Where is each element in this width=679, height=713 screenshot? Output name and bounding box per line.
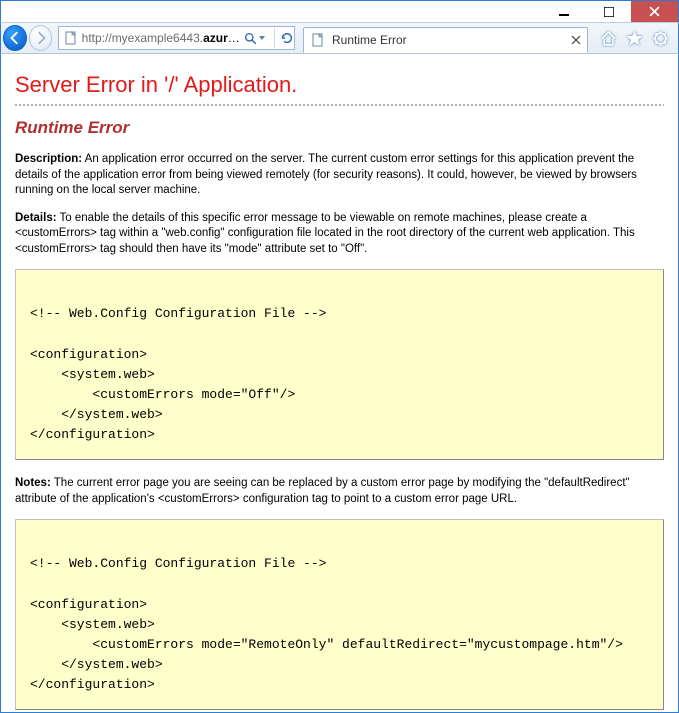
- code-sample-2: <!-- Web.Config Configuration File --> <…: [15, 519, 664, 710]
- page-icon: [310, 32, 326, 48]
- tab-close-icon[interactable]: [569, 33, 583, 47]
- forward-button[interactable]: [29, 25, 53, 51]
- window-close-button[interactable]: [631, 1, 678, 22]
- browser-toolbar: http://myexample6443.azurewe… Runtime Er…: [0, 22, 679, 54]
- address-bar[interactable]: http://myexample6443.azurewe…: [58, 26, 295, 50]
- description-text: An application error occurred on the ser…: [15, 153, 637, 196]
- window-titlebar: [0, 0, 679, 22]
- refresh-icon[interactable]: [280, 31, 294, 45]
- dropdown-icon[interactable]: [258, 34, 269, 42]
- details-label: Details:: [15, 212, 57, 224]
- divider: [15, 104, 664, 106]
- notes-paragraph: Notes: The current error page you are se…: [15, 476, 664, 507]
- home-icon[interactable]: [598, 28, 618, 48]
- url-text: http://myexample6443.azurewe…: [82, 31, 244, 45]
- back-button[interactable]: [3, 25, 27, 51]
- separator: [274, 28, 275, 48]
- tools-icon[interactable]: [650, 28, 670, 48]
- notes-label: Notes:: [15, 477, 51, 489]
- tab-strip: Runtime Error: [303, 23, 588, 53]
- window-minimize-button[interactable]: [541, 1, 586, 22]
- tab-runtime-error[interactable]: Runtime Error: [303, 27, 588, 53]
- page-icon: [63, 30, 77, 46]
- description-label: Description:: [15, 153, 82, 165]
- page-subtitle: Runtime Error: [15, 118, 664, 138]
- window-maximize-button[interactable]: [586, 1, 631, 22]
- details-paragraph: Details: To enable the details of this s…: [15, 211, 664, 258]
- details-text: To enable the details of this specific e…: [15, 212, 635, 255]
- search-icon[interactable]: [243, 32, 257, 45]
- tab-title: Runtime Error: [332, 33, 563, 47]
- page-title: Server Error in '/' Application.: [15, 72, 664, 98]
- notes-text: The current error page you are seeing ca…: [15, 477, 630, 505]
- favorites-icon[interactable]: [624, 28, 644, 48]
- content-viewport[interactable]: Server Error in '/' Application. Runtime…: [0, 54, 679, 713]
- code-sample-1: <!-- Web.Config Configuration File --> <…: [15, 269, 664, 460]
- error-page: Server Error in '/' Application. Runtime…: [1, 54, 678, 713]
- toolbar-right: [590, 28, 674, 48]
- description-paragraph: Description: An application error occurr…: [15, 152, 664, 199]
